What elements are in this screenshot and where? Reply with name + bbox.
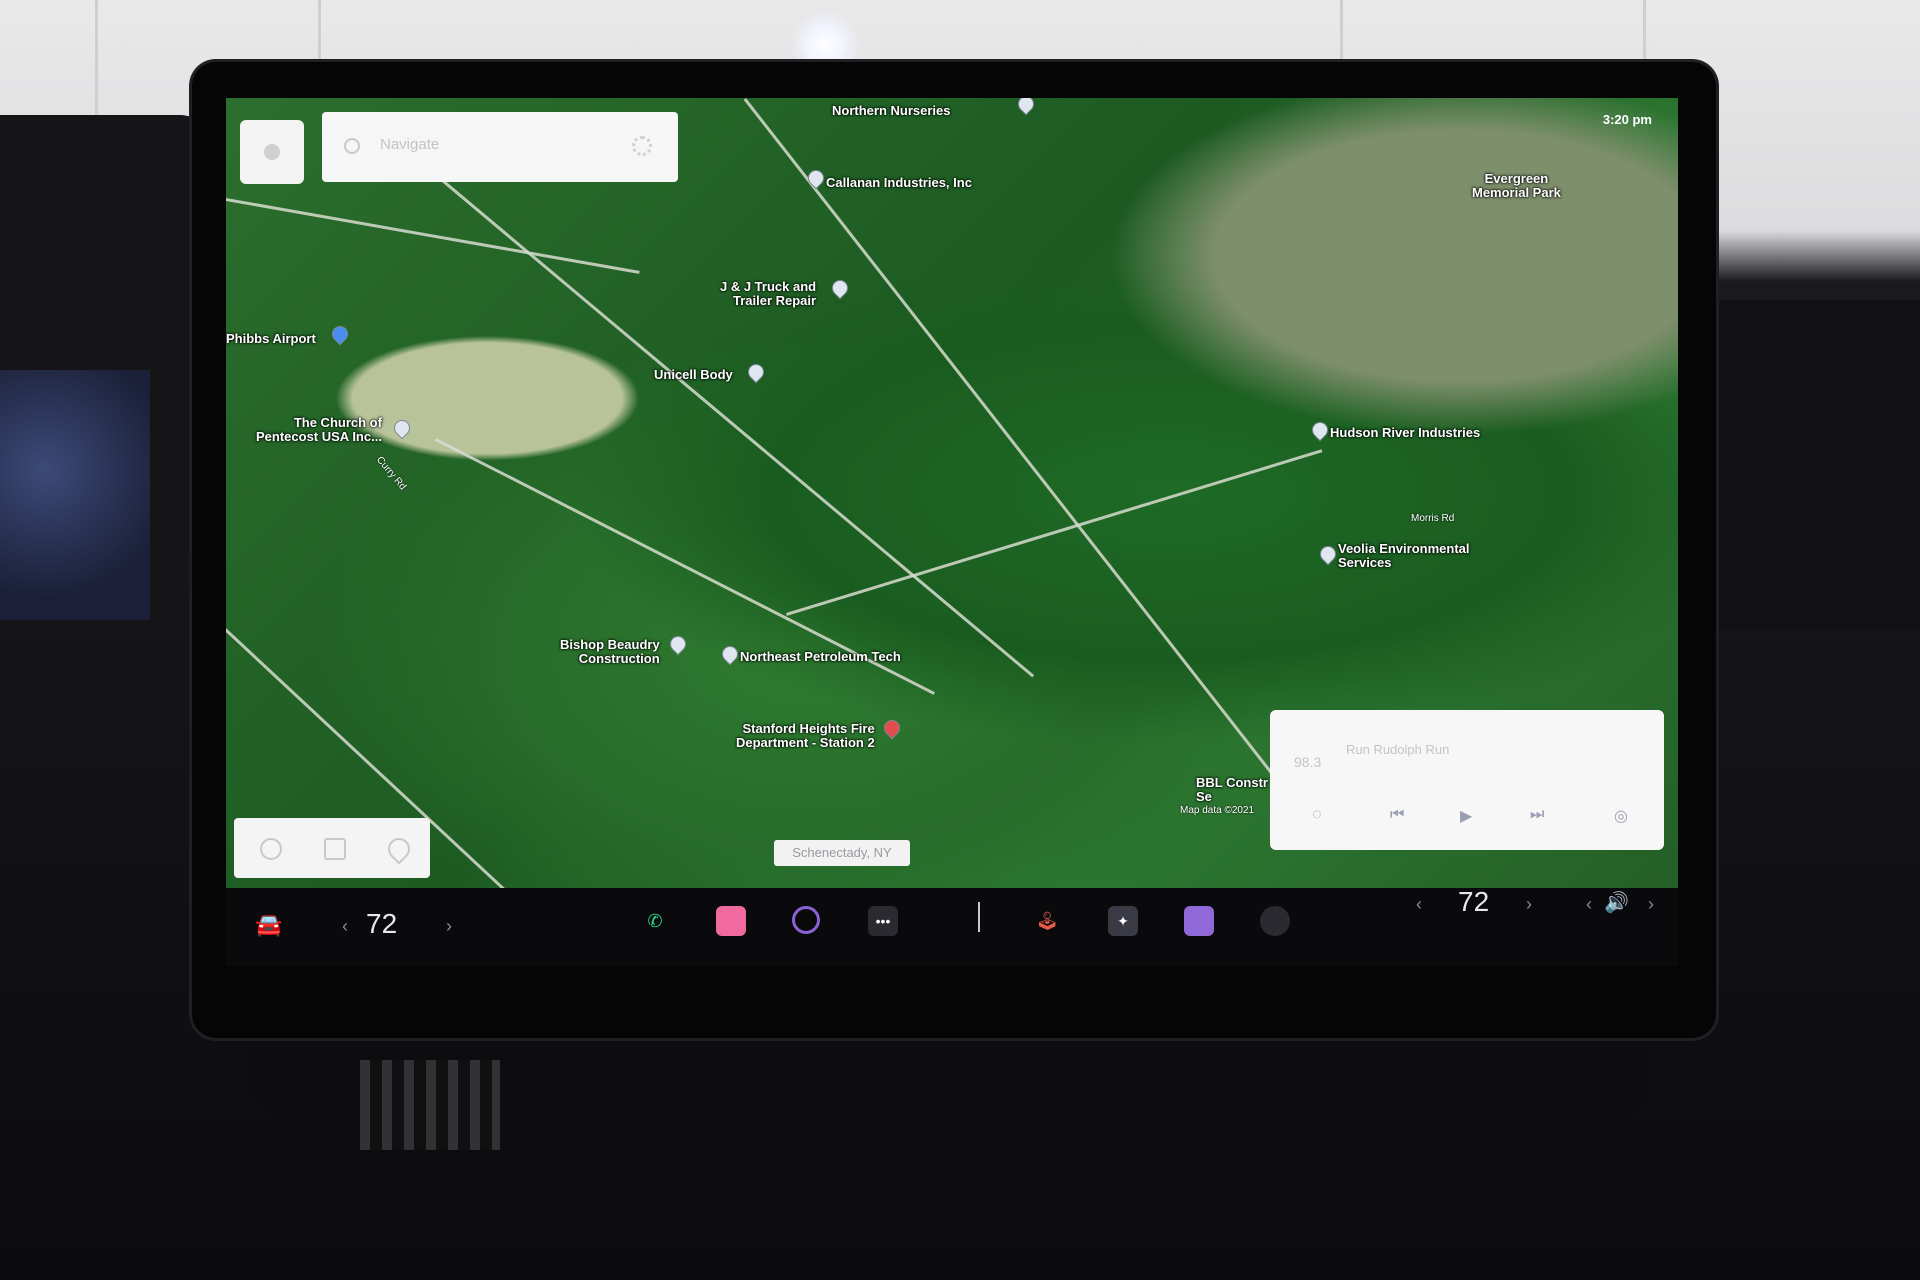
left-temp-decrease-icon[interactable]: ‹ (342, 916, 348, 937)
clock: 3:20 pm (1602, 112, 1652, 127)
poi-stanford-heights-fire[interactable]: Stanford Heights Fire Department - Stati… (736, 722, 875, 750)
instrument-display-glow (0, 370, 150, 620)
road (404, 148, 1035, 678)
poi-bishop-beaudry[interactable]: Bishop Beaudry Construction (560, 638, 660, 666)
poi-veolia[interactable]: Veolia Environmental Services (1338, 542, 1470, 570)
toybox-icon[interactable] (1184, 906, 1214, 936)
road-label-morris: Morris Rd (1411, 513, 1455, 524)
poi-phibbs-airport[interactable]: Phibbs Airport (226, 332, 316, 346)
previous-track-icon[interactable]: ⏮ (1390, 806, 1404, 824)
road (226, 198, 640, 274)
map-attribution: Map data ©2021 (1180, 805, 1255, 816)
song-title: Run Rudolph Run (1346, 742, 1450, 757)
next-track-icon[interactable]: ⏭ (1530, 806, 1544, 824)
layers-icon[interactable] (324, 838, 346, 860)
poi-church-pentecost[interactable]: The Church of Pentecost USA Inc... (256, 416, 382, 444)
road-label-curry: Curry Rd (373, 454, 409, 493)
satellite-map[interactable]: Morris Rd Curry Rd Northern Nurseries Ca… (226, 98, 1678, 917)
tidal-icon[interactable]: ✦ (1108, 906, 1138, 936)
poi-jj-truck[interactable]: J & J Truck and Trailer Repair (720, 280, 816, 308)
search-placeholder: Navigate (380, 136, 440, 153)
car-icon[interactable]: 🚘 (254, 910, 284, 940)
navigate-search-bar[interactable]: Navigate (322, 112, 678, 182)
radio-icon[interactable]: ◌ (1312, 806, 1322, 824)
poi-pin[interactable] (718, 642, 742, 666)
more-apps-icon[interactable]: ••• (868, 906, 898, 936)
poi-northern-nurseries[interactable]: Northern Nurseries (832, 104, 950, 118)
bar-divider (978, 902, 980, 932)
profile-icon (264, 144, 280, 160)
poi-pin[interactable] (1014, 98, 1038, 116)
settings-icon[interactable] (632, 136, 652, 156)
media-player-card[interactable]: 98.3 Run Rudolph Run ◌ ⏮ ▶ ⏭ ◎ (1270, 710, 1664, 850)
bottom-control-bar: 🚘 ‹ 72 › ✆ ••• 🕹 ✦ ‹ 72 › ‹ 🔊 › (226, 886, 1678, 966)
globe-icon[interactable] (260, 838, 282, 860)
current-city-label: Schenectady, NY (774, 840, 910, 866)
poi-callanan-industries[interactable]: Callanan Industries, Inc (826, 176, 972, 190)
poi-evergreen-memorial[interactable]: Evergreen Memorial Park (1472, 172, 1561, 200)
poi-pin[interactable] (804, 166, 828, 190)
poi-northeast-petroleum[interactable]: Northeast Petroleum Tech (740, 650, 901, 664)
volume-icon[interactable]: 🔊 (1604, 890, 1629, 915)
poi-bbl-construction[interactable]: BBL Constr Se (1196, 776, 1268, 804)
touchscreen: Morris Rd Curry Rd Northern Nurseries Ca… (226, 98, 1678, 966)
left-temp-increase-icon[interactable]: › (446, 916, 452, 937)
poi-airport-pin[interactable] (328, 322, 352, 346)
volume-increase-icon[interactable]: › (1648, 894, 1654, 915)
poi-pin[interactable] (666, 632, 690, 656)
media-source-icon[interactable]: ◎ (1614, 806, 1628, 826)
poi-pin[interactable] (1308, 418, 1332, 442)
map-controls (234, 818, 430, 878)
dashcam-icon[interactable] (1260, 906, 1290, 936)
radio-frequency: 98.3 (1294, 754, 1322, 770)
poi-pin[interactable] (390, 416, 414, 440)
passenger-temperature[interactable]: 72 (1458, 886, 1489, 918)
poi-pin[interactable] (744, 360, 768, 384)
media-app-icon[interactable] (716, 906, 746, 936)
right-temp-decrease-icon[interactable]: ‹ (1416, 894, 1422, 915)
user-profile-button[interactable] (240, 120, 304, 184)
road (743, 98, 1301, 810)
location-pin-icon[interactable] (383, 833, 415, 865)
road (786, 449, 1323, 616)
dashboard-left (0, 115, 210, 620)
poi-pin[interactable] (1316, 542, 1340, 566)
right-temp-increase-icon[interactable]: › (1526, 894, 1532, 915)
poi-pin[interactable] (828, 276, 852, 300)
phone-icon[interactable]: ✆ (640, 906, 670, 936)
poi-hudson-river[interactable]: Hudson River Industries (1330, 426, 1480, 440)
play-icon[interactable]: ▶ (1460, 806, 1472, 826)
poi-unicell-body[interactable]: Unicell Body (654, 368, 733, 382)
search-icon (344, 138, 360, 154)
air-vent (360, 1060, 500, 1150)
poi-fire-station-pin[interactable] (880, 716, 904, 740)
camera-app-icon[interactable] (792, 906, 820, 934)
driver-temperature[interactable]: 72 (366, 908, 397, 940)
arcade-joystick-icon[interactable]: 🕹 (1032, 906, 1062, 936)
volume-decrease-icon[interactable]: ‹ (1586, 894, 1592, 915)
dashboard-right (1690, 300, 1920, 630)
